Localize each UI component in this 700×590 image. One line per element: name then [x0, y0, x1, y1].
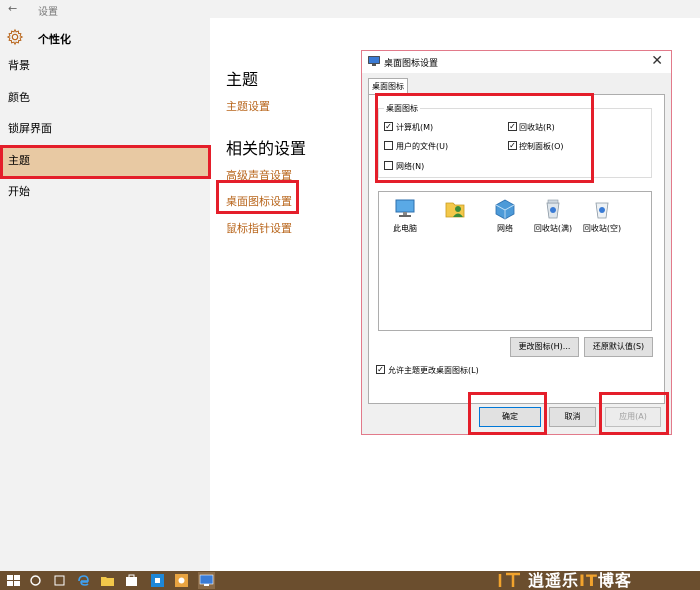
related-settings-heading: 相关的设置 — [226, 139, 307, 158]
desktop-settings-icon[interactable] — [198, 572, 215, 589]
list-item[interactable]: 回收站(空) — [578, 198, 626, 234]
checkbox-label-allow-themes: 允许主题更改桌面图标(L) — [388, 366, 479, 375]
sidebar: 个性化 背景 颜色 锁屏界面 主题 开始 — [0, 18, 210, 571]
icon-list: 此电脑 网络 回收站(满) 回收站(空) — [378, 191, 652, 331]
content-pane: 主题 主题设置 相关的设置 高级声音设置 桌面图标设置 鼠标指针设置 — [210, 18, 360, 571]
recycle-bin-empty-icon — [595, 202, 609, 219]
network-icon — [495, 199, 515, 220]
task-view-icon[interactable] — [52, 573, 67, 588]
icon-label: 此电脑 — [393, 224, 417, 233]
recycle-bin-full-icon — [546, 199, 560, 219]
cancel-button[interactable]: 取消 — [549, 407, 596, 427]
page-title: 个性化 — [38, 33, 71, 46]
icon-label: 网络 — [497, 224, 513, 233]
sidebar-item-start[interactable]: 开始 — [0, 177, 210, 207]
app-icon[interactable] — [150, 573, 165, 588]
list-item[interactable]: 回收站(满) — [529, 198, 577, 234]
change-icon-button[interactable]: 更改图标(H)... — [510, 337, 579, 357]
theme-settings-link[interactable]: 主题设置 — [226, 98, 270, 114]
edge-browser-icon[interactable] — [76, 573, 91, 588]
restore-default-button[interactable]: 还原默认值(S) — [584, 337, 653, 357]
windows-start-icon[interactable] — [6, 573, 21, 588]
gear-icon — [6, 28, 24, 46]
monitor-icon — [368, 56, 380, 66]
list-item[interactable]: 此电脑 — [381, 198, 429, 234]
dialog-title: 桌面图标设置 — [384, 59, 439, 69]
search-icon[interactable] — [28, 573, 43, 588]
highlight-box-themes — [0, 145, 211, 179]
brand-logo-icon — [498, 572, 520, 587]
app-icon[interactable] — [174, 573, 189, 588]
brand-it: IT — [579, 571, 598, 590]
store-icon[interactable] — [124, 573, 139, 588]
highlight-box-apply — [599, 392, 669, 435]
list-item[interactable] — [431, 198, 479, 223]
themes-heading: 主题 — [226, 70, 259, 89]
this-pc-icon — [395, 199, 415, 217]
window-title: 设置 — [38, 7, 58, 18]
icon-label: 回收站(空) — [582, 224, 622, 233]
brand-prefix: 逍遥乐 — [528, 571, 580, 590]
sidebar-item-colors[interactable]: 颜色 — [0, 83, 210, 113]
back-arrow-icon[interactable]: ← — [8, 2, 22, 16]
list-item[interactable]: 网络 — [481, 198, 529, 234]
sidebar-header: 个性化 — [0, 24, 210, 50]
icon-label: 回收站(满) — [533, 224, 573, 233]
sidebar-item-lock-screen[interactable]: 锁屏界面 — [0, 114, 210, 144]
file-explorer-icon[interactable] — [100, 573, 115, 588]
title-bar: ← 设置 — [0, 0, 700, 18]
taskbar: 逍遥乐IT博客 — [0, 571, 700, 590]
sidebar-item-background[interactable]: 背景 — [0, 51, 210, 81]
checkbox-allow-themes[interactable]: ✓ — [376, 365, 385, 374]
dialog-title-bar: 桌面图标设置 ✕ — [362, 51, 671, 73]
close-icon[interactable]: ✕ — [651, 54, 663, 68]
brand-watermark: 逍遥乐IT博客 — [528, 571, 632, 590]
highlight-box-desktop-icons-link — [216, 180, 299, 214]
mouse-pointer-settings-link[interactable]: 鼠标指针设置 — [226, 220, 292, 236]
highlight-box-ok — [468, 392, 547, 435]
brand-suffix: 博客 — [597, 571, 632, 590]
desktop-icon-settings-dialog: 桌面图标设置 ✕ 桌面图标 桌面图标 ✓ 计算机(M) ✓ 回收站(R) 用户的… — [361, 50, 672, 435]
highlight-box-desktop-icons — [375, 93, 594, 183]
user-files-icon — [445, 202, 465, 218]
